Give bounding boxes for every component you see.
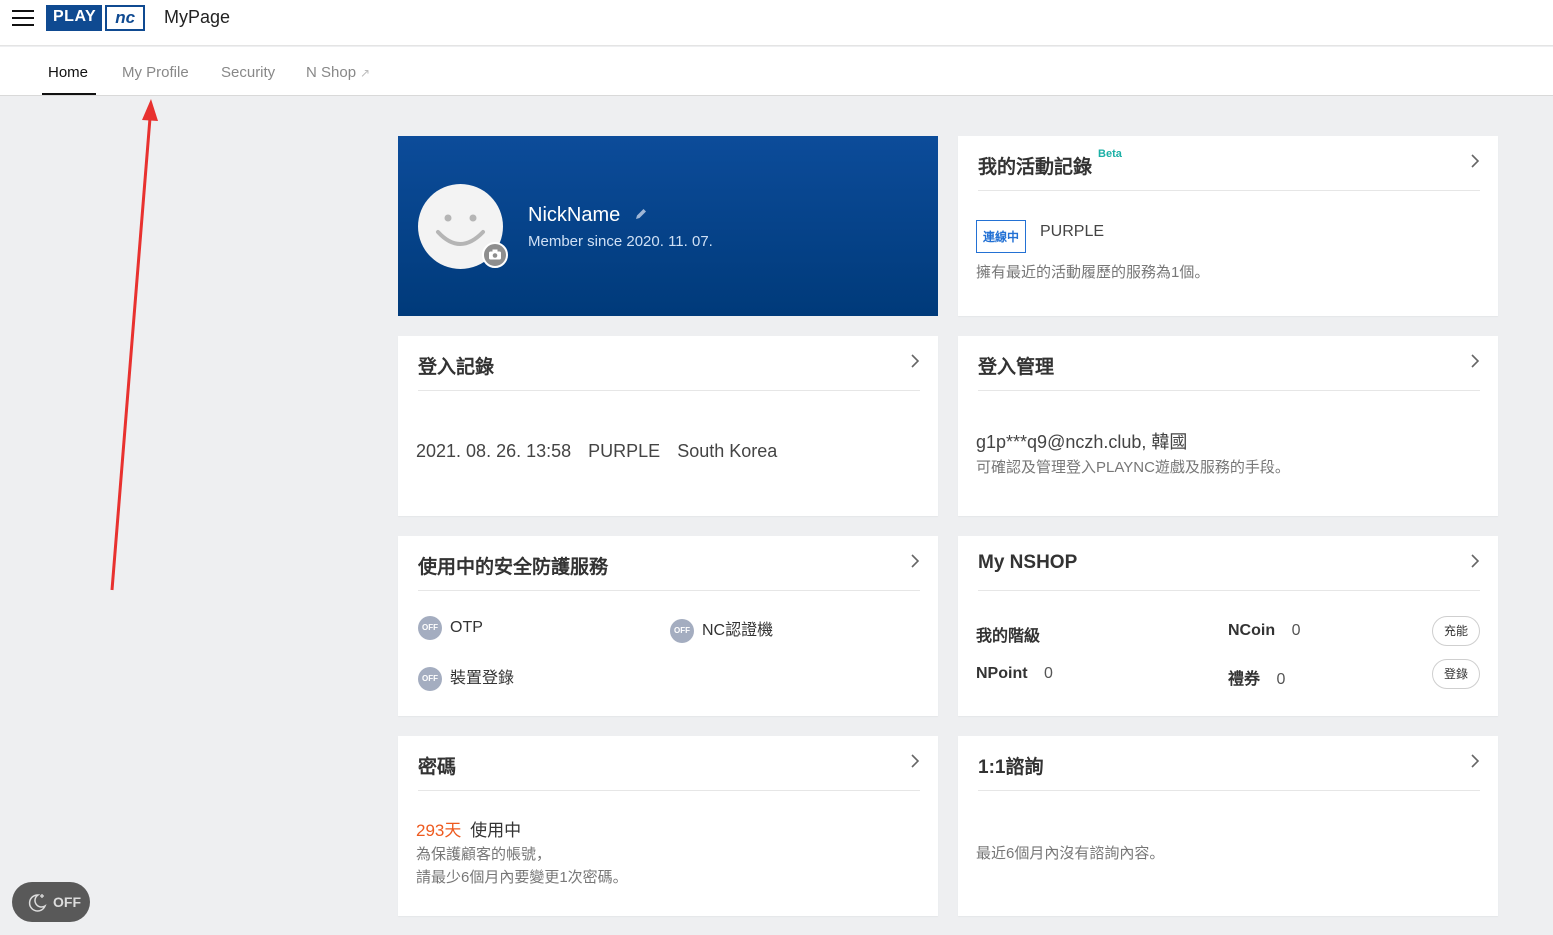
service-label: NC認證機 bbox=[702, 622, 774, 639]
chevron-right-icon[interactable] bbox=[1470, 153, 1480, 169]
password-usage: 293天 使用中 bbox=[416, 816, 521, 841]
npoint-label: NPoint bbox=[976, 665, 1028, 682]
arrow-shaft bbox=[110, 117, 152, 591]
login-account: g1p***q9@nczh.club, 韓國 bbox=[976, 432, 1188, 452]
tab-home[interactable]: Home bbox=[48, 64, 88, 81]
nickname-text: NickName bbox=[528, 204, 621, 226]
activity-title: 我的活動記錄 bbox=[978, 157, 1093, 178]
moon-icon bbox=[26, 892, 48, 917]
chevron-right-icon[interactable] bbox=[910, 753, 920, 769]
security-services-card[interactable]: 使用中的安全防護服務 OFF OTP OFF NC認證機 OFF 裝置登錄 bbox=[398, 536, 938, 716]
card-header: 登入記錄 bbox=[418, 336, 920, 391]
chevron-right-icon[interactable] bbox=[910, 353, 920, 369]
card-header: 密碼 bbox=[418, 736, 920, 791]
camera-icon[interactable] bbox=[482, 242, 508, 268]
account-email: g1p***q9@nczh.club bbox=[976, 432, 1142, 452]
ncoin-row: NCoin 0 bbox=[1228, 622, 1300, 640]
service-label: OTP bbox=[450, 619, 483, 637]
night-mode-toggle[interactable]: OFF bbox=[12, 882, 90, 922]
login-record-card[interactable]: 登入記錄 2021. 08. 26. 13:58 PURPLE South Ko… bbox=[398, 336, 938, 516]
nshop-card[interactable]: My NSHOP 我的階級 NCoin 0 充能 NPoint 0 禮券 0 登… bbox=[958, 536, 1498, 716]
logo-play-text: PLAY bbox=[46, 5, 103, 31]
npoint-value: 0 bbox=[1044, 665, 1053, 682]
inquiry-title: 1:1諮詢 bbox=[978, 757, 1044, 778]
active-tab-indicator bbox=[42, 93, 96, 95]
tab-security[interactable]: Security bbox=[221, 64, 275, 81]
password-desc-line2: 請最少6個月內要變更1次密碼。 bbox=[416, 869, 628, 886]
password-desc-line1: 為保護顧客的帳號， bbox=[416, 846, 552, 863]
service-device-registration[interactable]: OFF 裝置登錄 bbox=[418, 664, 514, 691]
login-service: PURPLE bbox=[588, 441, 661, 461]
login-management-description: 可確認及管理登入PLAYNC遊戲及服務的手段。 bbox=[976, 459, 1290, 476]
menu-icon[interactable] bbox=[12, 10, 34, 26]
service-otp[interactable]: OFF OTP bbox=[418, 616, 483, 640]
login-record-entry: 2021. 08. 26. 13:58 PURPLE South Korea bbox=[416, 441, 777, 462]
off-status-icon: OFF bbox=[418, 616, 442, 640]
login-datetime: 2021. 08. 26. 13:58 bbox=[416, 441, 572, 461]
ncoin-label: NCoin bbox=[1228, 622, 1276, 639]
password-card[interactable]: 密碼 293天 使用中 為保護顧客的帳號， 請最少6個月內要變更1次密碼。 bbox=[398, 736, 938, 916]
tab-n-shop-label: N Shop bbox=[306, 64, 357, 81]
tab-my-profile[interactable]: My Profile bbox=[122, 64, 189, 81]
chevron-right-icon[interactable] bbox=[1470, 353, 1480, 369]
online-status-badge: 連線中 bbox=[976, 220, 1027, 253]
charge-button[interactable]: 充能 bbox=[1432, 616, 1480, 646]
chevron-right-icon[interactable] bbox=[1470, 553, 1480, 569]
account-region: 韓國 bbox=[1151, 432, 1188, 452]
inquiry-description: 最近6個月內沒有諮詢內容。 bbox=[976, 845, 1165, 862]
chevron-right-icon[interactable] bbox=[910, 553, 920, 569]
logo-nc-text: nc bbox=[105, 5, 146, 31]
arrow-head bbox=[142, 99, 158, 121]
card-header: 我的活動記錄 Beta bbox=[978, 136, 1480, 191]
service-label: 裝置登錄 bbox=[450, 670, 515, 687]
password-days: 293天 bbox=[416, 821, 462, 840]
off-status-icon: OFF bbox=[418, 666, 442, 691]
external-link-icon: ↗ bbox=[360, 66, 371, 80]
page-title: MyPage bbox=[164, 7, 231, 27]
nickname: NickName bbox=[528, 204, 648, 227]
ncoin-value: 0 bbox=[1291, 622, 1301, 639]
card-header: My NSHOP bbox=[978, 536, 1480, 591]
chevron-right-icon[interactable] bbox=[1470, 753, 1480, 769]
login-management-card[interactable]: 登入管理 g1p***q9@nczh.club, 韓國 可確認及管理登入PLAY… bbox=[958, 336, 1498, 516]
nshop-title: My NSHOP bbox=[978, 552, 1078, 573]
login-record-title: 登入記錄 bbox=[418, 357, 495, 378]
voucher-label: 禮券 bbox=[1228, 671, 1261, 688]
plaync-logo[interactable]: PLAY nc bbox=[46, 5, 146, 31]
card-header: 使用中的安全防護服務 bbox=[418, 536, 920, 591]
grade-label: 我的階級 bbox=[976, 628, 1041, 645]
activity-service: PURPLE bbox=[1040, 223, 1105, 240]
register-button[interactable]: 登錄 bbox=[1432, 659, 1480, 689]
service-nc-authenticator[interactable]: OFF NC認證機 bbox=[670, 616, 773, 643]
beta-badge: Beta bbox=[1098, 148, 1122, 160]
activity-description: 擁有最近的活動履歷的服務為1個。 bbox=[976, 264, 1210, 281]
card-header: 登入管理 bbox=[978, 336, 1480, 391]
inquiry-card[interactable]: 1:1諮詢 最近6個月內沒有諮詢內容。 bbox=[958, 736, 1498, 916]
profile-card: NickName Member since 2020. 11. 07. bbox=[398, 136, 938, 316]
npoint-row: NPoint 0 bbox=[976, 665, 1053, 683]
card-header: 1:1諮詢 bbox=[978, 736, 1480, 791]
password-title: 密碼 bbox=[418, 757, 457, 778]
night-mode-label: OFF bbox=[53, 894, 81, 910]
edit-pencil-icon[interactable] bbox=[634, 204, 648, 227]
login-country: South Korea bbox=[677, 441, 778, 461]
member-since: Member since 2020. 11. 07. bbox=[528, 233, 713, 250]
activity-record-card[interactable]: 我的活動記錄 Beta 連線中 PURPLE 擁有最近的活動履歷的服務為1個。 bbox=[958, 136, 1498, 316]
voucher-value: 0 bbox=[1276, 671, 1286, 688]
login-management-title: 登入管理 bbox=[978, 357, 1055, 378]
card-title: 我的活動記錄 Beta bbox=[978, 148, 1122, 179]
voucher-row: 禮券 0 bbox=[1228, 665, 1285, 689]
tab-bar: Home My Profile Security N Shop ↗ bbox=[0, 47, 1553, 96]
tab-n-shop[interactable]: N Shop ↗ bbox=[306, 64, 370, 81]
password-in-use: 使用中 bbox=[470, 821, 522, 840]
off-status-icon: OFF bbox=[670, 618, 694, 643]
top-bar: PLAY nc MyPage bbox=[0, 0, 1553, 46]
security-services-title: 使用中的安全防護服務 bbox=[418, 557, 609, 578]
